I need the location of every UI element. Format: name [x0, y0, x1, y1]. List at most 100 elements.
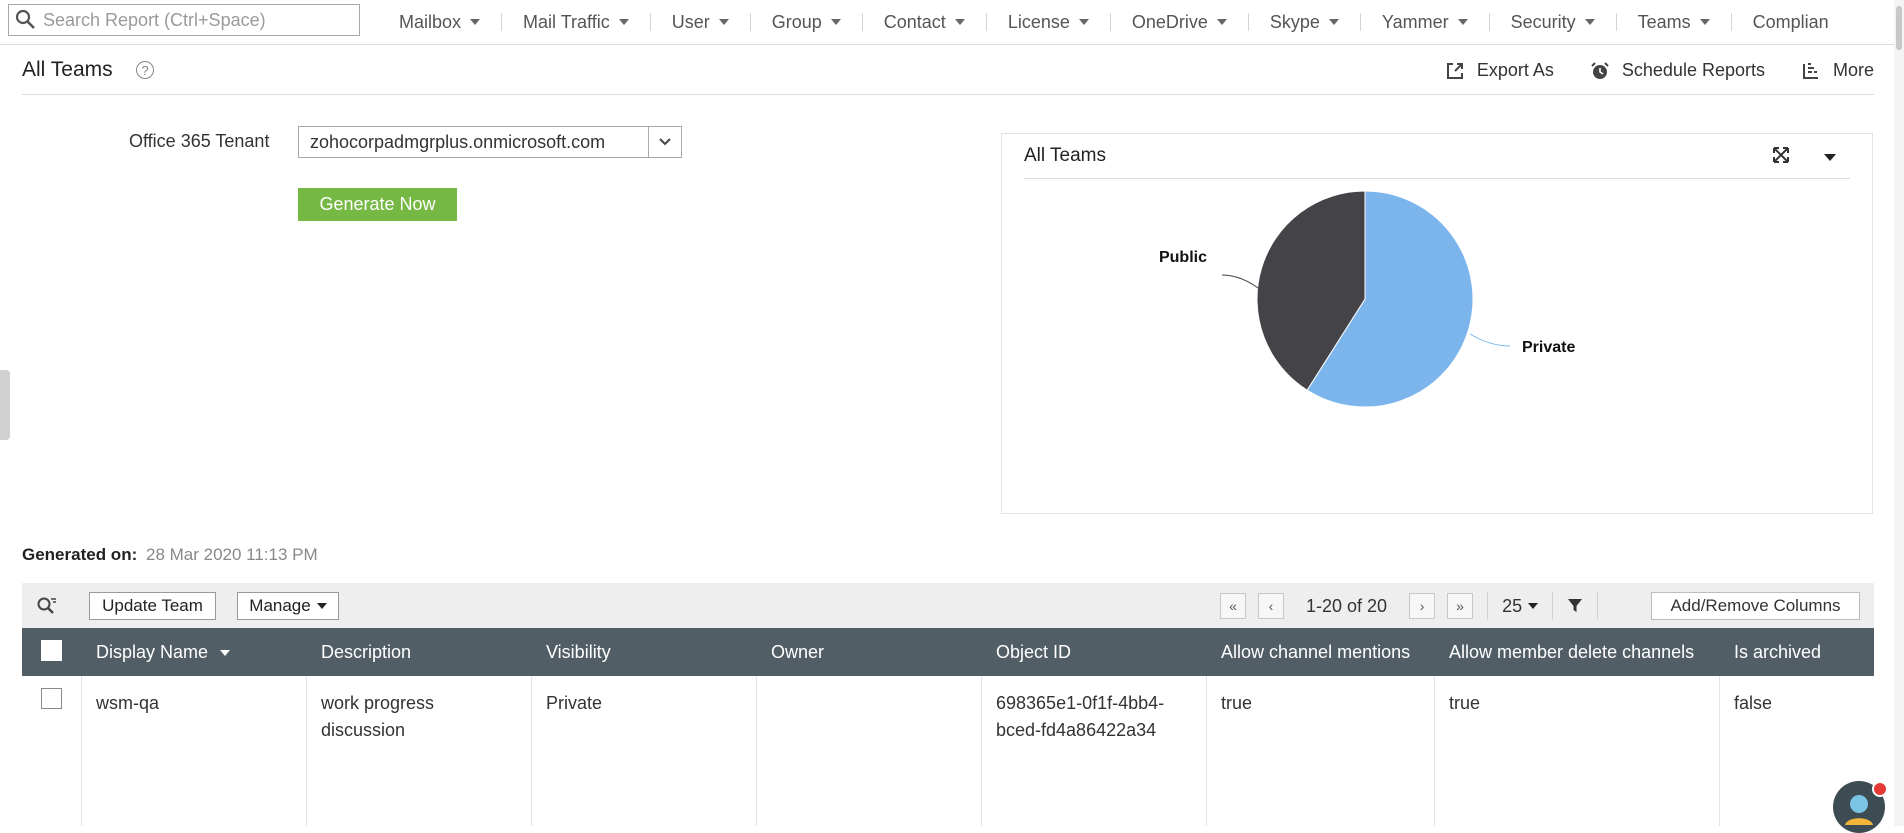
column-divider [981, 676, 982, 826]
chevron-down-icon [954, 19, 965, 25]
double-chevron-right-icon: » [1456, 598, 1464, 614]
page-range: 1-20 of 20 [1306, 595, 1388, 616]
chevron-down-icon [1528, 603, 1539, 609]
nav-item-label: Skype [1269, 12, 1320, 32]
notification-dot [1872, 781, 1888, 797]
export-icon [1446, 62, 1463, 79]
chevron-down-icon [1584, 19, 1595, 25]
nav-item-label: Teams [1637, 12, 1691, 32]
chevron-down-icon [659, 138, 671, 146]
column-header-description[interactable]: Description [321, 628, 411, 676]
row-checkbox[interactable] [41, 688, 62, 709]
nav-item-teams[interactable]: Teams [1617, 13, 1732, 31]
column-header-allow-member-delete-channels[interactable]: Allow member delete channels [1449, 628, 1694, 676]
table-row[interactable]: wsm-qa work progress discussion Private … [22, 676, 1874, 826]
column-header-object-id[interactable]: Object ID [996, 628, 1071, 676]
first-page-button[interactable]: « [1220, 593, 1246, 619]
more-icon [1802, 62, 1818, 79]
next-page-button[interactable]: › [1409, 593, 1436, 619]
tenant-dropdown-button[interactable] [648, 127, 681, 157]
pie-chart: Private Public [1159, 190, 1575, 408]
cell-description-line: work progress [321, 693, 435, 713]
column-divider [306, 676, 307, 826]
chevron-down-icon [1699, 19, 1710, 25]
last-page-button[interactable]: » [1447, 593, 1474, 619]
nav-item-label: Group [771, 12, 822, 32]
cell-is-archived: false [1734, 693, 1773, 713]
nav-item-mailbox[interactable]: Mailbox [378, 13, 503, 31]
report-header: All Teams ? Export As Schedule Reports M… [22, 46, 1874, 95]
manage-label: Manage [249, 596, 311, 615]
nav-item-contact[interactable]: Contact [863, 13, 987, 31]
pie-connector-private [1469, 333, 1511, 347]
double-chevron-left-icon: « [1229, 598, 1237, 614]
more-button[interactable]: More [1801, 60, 1874, 81]
report-search-input[interactable] [41, 8, 345, 32]
generate-now-button[interactable]: Generate Now [298, 188, 457, 221]
column-divider [531, 676, 532, 826]
chevron-down-icon [1078, 19, 1089, 25]
page-scrollbar[interactable] [1894, 0, 1904, 826]
schedule-reports-label: Schedule Reports [1621, 60, 1765, 80]
nav-item-label: User [671, 12, 710, 32]
add-remove-columns-button[interactable]: Add/Remove Columns [1651, 592, 1860, 620]
update-team-button[interactable]: Update Team [89, 592, 216, 620]
table-toolbar: Update Team Manage « ‹ 1-20 of 20 › » 25… [22, 583, 1874, 628]
toolbar-divider [1552, 592, 1554, 620]
cell-description: work progress discussion [321, 690, 434, 744]
prev-page-button[interactable]: ‹ [1258, 593, 1284, 619]
export-as-label: Export As [1476, 60, 1554, 80]
nav-item-security[interactable]: Security [1490, 13, 1617, 31]
column-header-is-archived[interactable]: Is archived [1734, 628, 1821, 676]
chevron-down-icon [1216, 19, 1227, 25]
column-header-allow-channel-mentions[interactable]: Allow channel mentions [1221, 628, 1410, 676]
nav-item-label: OneDrive [1131, 12, 1208, 32]
scrollbar-thumb[interactable] [1896, 6, 1902, 50]
table-search-icon[interactable] [36, 595, 58, 617]
column-divider [1434, 676, 1435, 826]
schedule-reports-button[interactable]: Schedule Reports [1590, 60, 1765, 81]
report-category-menu: Mailbox Mail Traffic User Group Contact … [378, 0, 1850, 44]
nav-item-onedrive[interactable]: OneDrive [1111, 13, 1249, 31]
table-header: Display Name Description Visibility Owne… [22, 628, 1874, 676]
cell-allow-member-delete-channels: true [1449, 693, 1481, 713]
cell-object-id-line: 698365e1-0f1f-4bb4- [996, 693, 1165, 713]
nav-item-label: Mail Traffic [523, 12, 610, 32]
manage-dropdown[interactable]: Manage [237, 592, 339, 620]
column-header-display-name[interactable]: Display Name [96, 628, 231, 676]
tenant-label: Office 365 Tenant [129, 131, 270, 151]
nav-item-group[interactable]: Group [751, 13, 863, 31]
report-search-box[interactable] [8, 4, 360, 36]
column-header-label: Display Name [96, 642, 209, 662]
export-as-button[interactable]: Export As [1445, 60, 1554, 81]
toolbar-divider [1597, 592, 1599, 620]
nav-item-compliance[interactable]: Complian [1732, 13, 1850, 31]
tenant-select-value: zohocorpadmgrplus.onmicrosoft.com [310, 131, 606, 152]
side-panel-toggle[interactable] [0, 370, 10, 440]
select-all-checkbox[interactable] [41, 640, 62, 661]
chevron-down-icon [830, 19, 841, 25]
generated-on-value: 28 Mar 2020 11:13 PM [145, 545, 318, 564]
nav-item-skype[interactable]: Skype [1249, 13, 1361, 31]
cell-visibility: Private [546, 693, 603, 713]
column-header-owner[interactable]: Owner [771, 628, 824, 676]
filter-icon[interactable] [1567, 598, 1583, 614]
nav-item-user[interactable]: User [651, 13, 751, 31]
column-header-visibility[interactable]: Visibility [546, 628, 611, 676]
pie-connector-public [1221, 274, 1263, 292]
top-navigation-bar: Mailbox Mail Traffic User Group Contact … [0, 0, 1904, 45]
pie-label-public: Public [1159, 249, 1207, 266]
generated-on: Generated on: 28 Mar 2020 11:13 PM [22, 545, 318, 565]
page-size-select[interactable]: 25 [1502, 596, 1539, 617]
nav-item-mail-traffic[interactable]: Mail Traffic [502, 13, 651, 31]
nav-item-license[interactable]: License [987, 13, 1111, 31]
cell-object-id: 698365e1-0f1f-4bb4- bced-fd4a86422a34 [996, 690, 1164, 744]
help-icon[interactable]: ? [136, 61, 154, 79]
cell-allow-channel-mentions: true [1221, 693, 1253, 713]
nav-item-yammer[interactable]: Yammer [1361, 13, 1490, 31]
chevron-down-icon [1328, 19, 1339, 25]
column-divider [756, 676, 757, 826]
chevron-right-icon: › [1419, 598, 1425, 614]
generated-on-label: Generated on: [22, 545, 138, 564]
tenant-select[interactable]: zohocorpadmgrplus.onmicrosoft.com [298, 126, 682, 158]
